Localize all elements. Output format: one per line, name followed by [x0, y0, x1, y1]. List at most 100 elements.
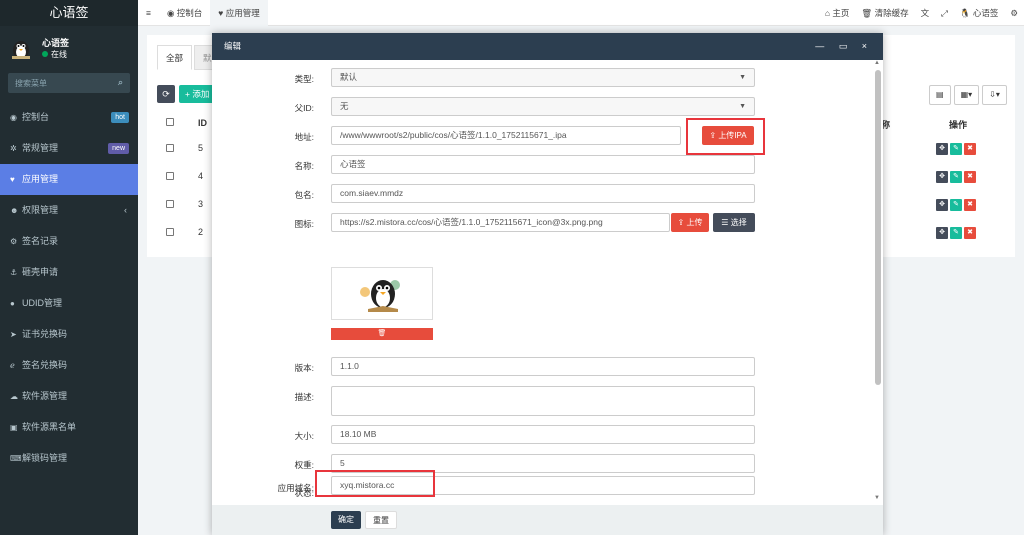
package-input[interactable]: com.siaev.mmdz [331, 184, 755, 203]
language-icon[interactable]: 文 [915, 0, 936, 26]
penguin-logo-icon [360, 280, 400, 312]
cogs-icon: ✲ [10, 144, 17, 153]
avatar: 🐧 [959, 8, 973, 18]
sidebar-item-decrypt-requests[interactable]: ⚓ 砸壳申请 [0, 257, 138, 288]
avatar [12, 41, 30, 59]
apple-icon: ● [10, 299, 15, 308]
heart-icon: ♥ [218, 8, 226, 18]
delete-icon[interactable]: ✖ [964, 227, 976, 239]
icon-url-input[interactable]: https://s2.mistora.cc/cos/心语签/1.1.0_1752… [331, 213, 670, 232]
export-button[interactable]: ⇩▾ [982, 85, 1007, 105]
hot-badge: hot [111, 112, 129, 123]
caret-down-icon: ▼ [739, 74, 746, 81]
sidebar-item-sign-codes[interactable]: ℯ 签名兑换码 [0, 350, 138, 381]
scroll-down-icon[interactable]: ▼ [874, 495, 880, 501]
sidebar-item-dashboard[interactable]: ◉ 控制台 hot [0, 102, 138, 133]
sidebar-item-cert-codes[interactable]: ➤ 证书兑换码 [0, 319, 138, 350]
list-icon: ☰ [721, 218, 731, 227]
user-status: 在线 [42, 49, 67, 60]
reset-button[interactable]: 重置 [365, 511, 397, 529]
tab-dashboard[interactable]: ◉ 控制台 [159, 0, 210, 26]
drag-icon[interactable]: ✥ [936, 171, 948, 183]
drag-icon[interactable]: ✥ [936, 227, 948, 239]
delete-icon[interactable]: ✖ [964, 199, 976, 211]
sidebar-menu: ◉ 控制台 hot ✲ 常规管理 new ♥ 应用管理 ☻ 权限管理 ‹ ⚙ 签名记录 ⚓ 砸壳申… [0, 102, 138, 474]
dashboard-icon: ◉ [10, 113, 17, 122]
type-select[interactable]: 默认 ▼ [331, 68, 755, 87]
upload-button[interactable]: ⇪ 上传 [671, 213, 709, 232]
row-checkbox[interactable] [166, 228, 174, 236]
highlight-box [315, 470, 435, 497]
size-input[interactable]: 18.10 MB [331, 425, 755, 444]
add-button[interactable]: + 添加 [179, 85, 216, 103]
edit-icon[interactable]: ✎ [950, 199, 962, 211]
delete-image-button[interactable]: 🗑 [331, 328, 433, 340]
delete-icon[interactable]: ✖ [964, 143, 976, 155]
tab-all[interactable]: 全部 [157, 45, 193, 70]
drag-icon[interactable]: ✥ [936, 143, 948, 155]
fullscreen-icon[interactable]: ⤢ [935, 0, 954, 26]
dialog-scrollbar[interactable]: ▲ ▼ [874, 60, 882, 503]
refresh-icon: ⟳ [162, 89, 170, 99]
keyboard-icon: ⌨ [10, 454, 22, 463]
anchor-icon: ⚓ [10, 268, 18, 277]
description-textarea[interactable] [331, 386, 755, 416]
menu-toggle-icon[interactable]: ≡ [138, 0, 159, 26]
send-icon: ➤ [10, 330, 17, 339]
sidebar-item-apps[interactable]: ♥ 应用管理 [0, 164, 138, 195]
delete-icon[interactable]: ✖ [964, 171, 976, 183]
col-ops: 操作 [949, 120, 968, 130]
edit-icon[interactable]: ✎ [950, 171, 962, 183]
clear-cache-button[interactable]: 🗑 清除缓存 [855, 0, 914, 26]
table-tools: ▤ ▦▾ ⇩▾ [926, 85, 1007, 105]
trash-icon: 🗑 [861, 8, 875, 18]
menu-search-input[interactable]: 搜索菜单 ⌕ [8, 73, 130, 93]
tab-apps[interactable]: ♥ 应用管理 [210, 0, 268, 26]
columns-button[interactable]: ▦▾ [953, 85, 980, 105]
address-input[interactable]: /www/wwwroot/s2/public/cos/心语签/1.1.0_175… [331, 126, 681, 145]
name-input[interactable]: 心语签 [331, 155, 755, 174]
col-id: ID [198, 118, 207, 128]
confirm-button[interactable]: 确定 [331, 511, 361, 529]
sidebar-item-unlock-codes[interactable]: ⌨解锁码管理 [0, 443, 138, 474]
sidebar-item-udid[interactable]: ● UDID管理 [0, 288, 138, 319]
row-checkbox[interactable] [166, 172, 174, 180]
edit-icon[interactable]: ✎ [950, 227, 962, 239]
app-logo[interactable]: 心语签 [0, 0, 138, 26]
edit-icon[interactable]: ✎ [950, 143, 962, 155]
upload-icon: ⇪ [709, 131, 719, 140]
window-controls[interactable]: — ▭ × [815, 33, 873, 60]
sidebar-item-permissions[interactable]: ☻ 权限管理 ‹ [0, 195, 138, 226]
dialog-footer: 确定 重置 [212, 505, 883, 535]
home-link[interactable]: ⌂ 主页 [819, 0, 856, 26]
settings-icon[interactable]: ⚙ [1004, 0, 1024, 26]
new-badge: new [108, 143, 129, 154]
sidebar-item-sign-records[interactable]: ⚙ 签名记录 [0, 226, 138, 257]
dialog-header: 编辑 — ▭ × [212, 33, 883, 60]
online-dot-icon [42, 51, 48, 57]
scrollbar-thumb[interactable] [875, 70, 881, 385]
sidebar-item-general[interactable]: ✲ 常规管理 new [0, 133, 138, 164]
dashboard-icon: ◉ [166, 8, 177, 18]
parent-select[interactable]: 无 ▼ [331, 97, 755, 116]
select-all-checkbox[interactable] [166, 118, 174, 126]
chevron-left-icon: ‹ [124, 205, 127, 215]
gear-icon: ⚙ [10, 237, 18, 246]
top-navbar: ≡ ◉ 控制台 ♥ 应用管理 ⌂ 主页 🗑 清除缓存 文 ⤢ 🐧 心语签 ⚙ [138, 0, 1024, 26]
choose-button[interactable]: ☰ 选择 [713, 213, 755, 232]
user-menu[interactable]: 🐧 心语签 [954, 0, 1004, 26]
book-icon: ▣ [10, 423, 18, 432]
icon-preview [331, 267, 433, 320]
scroll-up-icon[interactable]: ▲ [874, 60, 880, 66]
row-checkbox[interactable] [166, 200, 174, 208]
drag-icon[interactable]: ✥ [936, 199, 948, 211]
search-icon[interactable]: ⌕ [118, 77, 123, 88]
toggle-view-button[interactable]: ▤ [929, 85, 951, 105]
dialog-title: 编辑 [224, 41, 242, 51]
sidebar-item-sources[interactable]: ☁ 软件源管理 [0, 381, 138, 412]
upload-ipa-button[interactable]: ⇪ 上传IPA [702, 126, 754, 145]
row-checkbox[interactable] [166, 144, 174, 152]
sidebar-item-blacklist[interactable]: ▣ 软件源黑名单 [0, 412, 138, 443]
version-input[interactable]: 1.1.0 [331, 357, 755, 376]
refresh-button[interactable]: ⟳ [157, 85, 175, 103]
